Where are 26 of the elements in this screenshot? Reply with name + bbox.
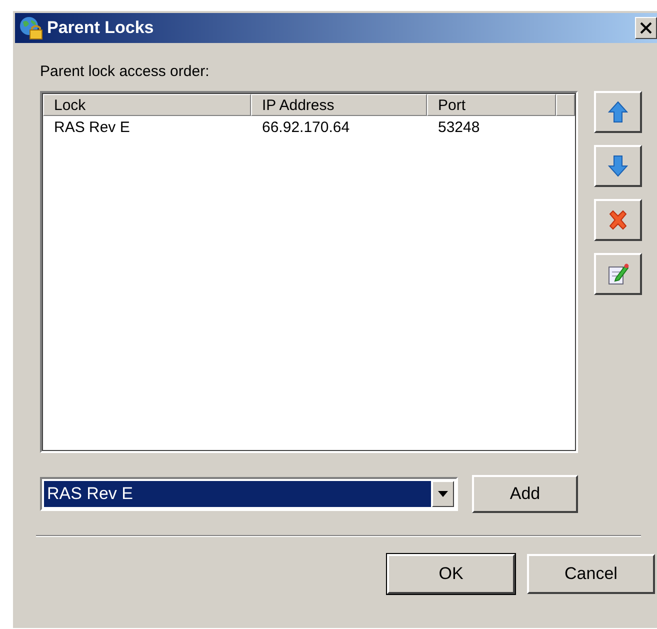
table-cell-text: 66.92.170.64	[261, 118, 351, 136]
add-button[interactable]: Add	[472, 475, 578, 513]
column-header-filler	[556, 94, 575, 116]
dropdown-button[interactable]	[432, 481, 454, 507]
list-label: Parent lock access order:	[40, 63, 210, 82]
close-icon	[640, 22, 652, 34]
lock-dropdown[interactable]: RAS Rev E	[40, 477, 458, 511]
column-header[interactable]: Lock	[43, 94, 251, 116]
down-arrow-icon	[608, 155, 628, 177]
up-arrow-icon	[608, 101, 628, 123]
window-title: Parent Locks	[47, 18, 154, 38]
ok-button[interactable]: OK	[387, 554, 515, 594]
column-header[interactable]: Port	[427, 94, 556, 116]
caret-icon	[438, 491, 448, 497]
move-up-button[interactable]	[594, 91, 642, 133]
edit-button[interactable]	[594, 253, 642, 295]
column-header[interactable]: IP Address	[251, 94, 427, 116]
table-cell-text: RAS Rev E	[53, 118, 131, 136]
delete-button[interactable]	[594, 199, 642, 241]
edit-icon	[607, 262, 629, 286]
close-button[interactable]	[635, 17, 657, 39]
globe-lock-icon	[19, 16, 43, 40]
table-cell-text: 53248	[437, 118, 481, 136]
delete-icon	[607, 209, 629, 231]
move-down-button[interactable]	[594, 145, 642, 187]
cancel-button[interactable]: Cancel	[527, 554, 655, 594]
